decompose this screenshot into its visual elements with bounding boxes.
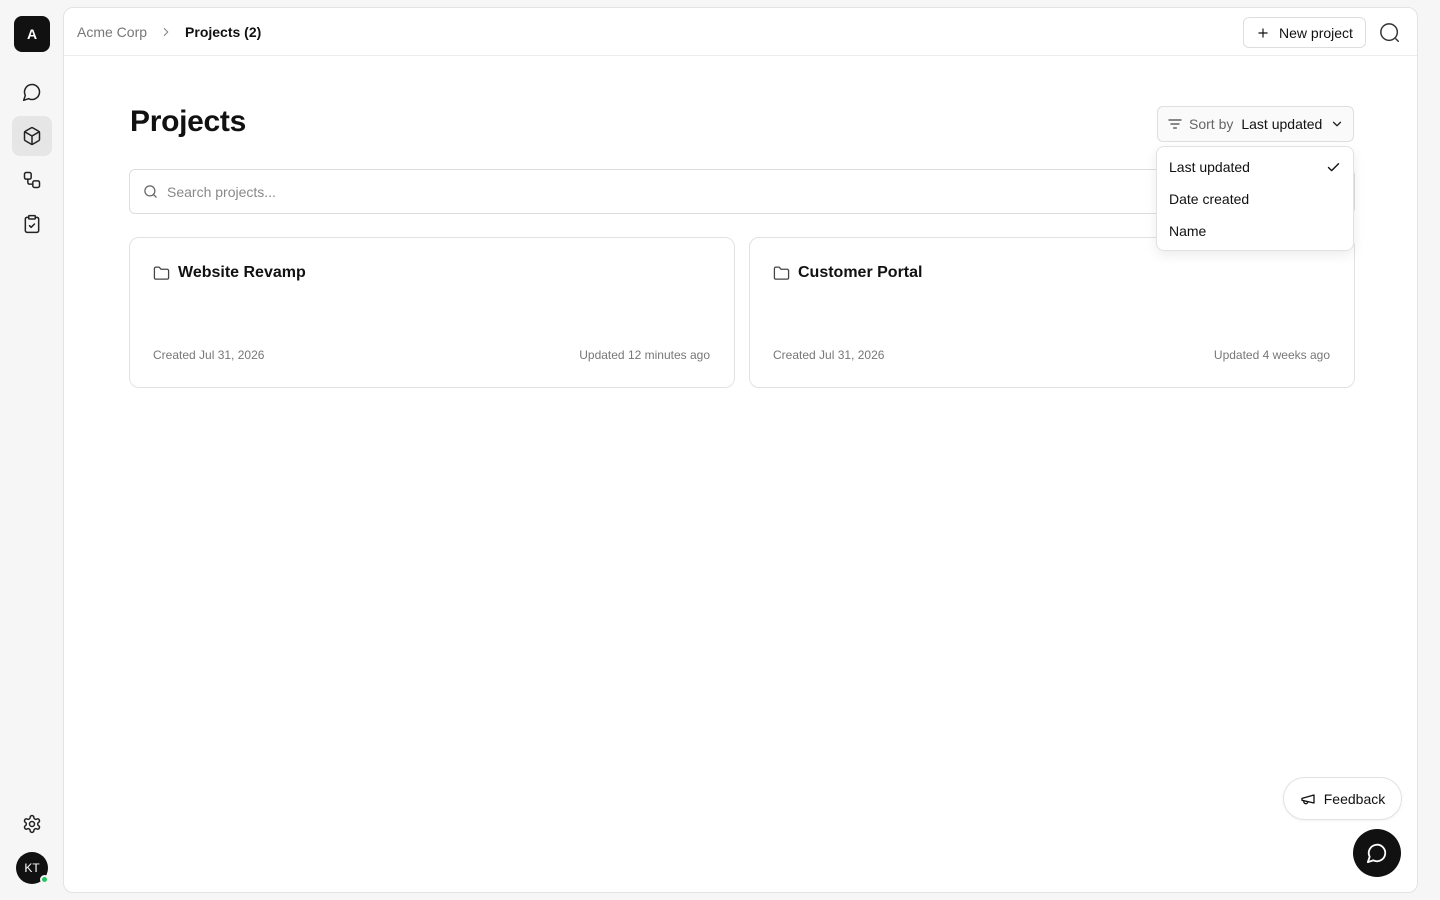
cube-icon: [22, 126, 42, 146]
project-name: Website Revamp: [178, 264, 306, 281]
breadcrumb-current: Projects (2): [185, 24, 262, 40]
project-created: Created Jul 31, 2026: [153, 348, 265, 362]
project-card[interactable]: Website Revamp Created Jul 31, 2026 Upda…: [129, 237, 735, 388]
user-avatar[interactable]: KT: [16, 852, 49, 884]
sort-option-label: Name: [1169, 223, 1207, 239]
chevron-right-icon: [159, 25, 173, 39]
project-card-header: Customer Portal: [773, 264, 922, 282]
sort-dropdown-button[interactable]: Sort by Last updated: [1157, 106, 1354, 142]
check-icon: [1326, 160, 1341, 175]
sort-option-date-created[interactable]: Date created: [1157, 183, 1353, 215]
sort-option-label: Last updated: [1169, 159, 1250, 175]
top-bar: Acme Corp Projects (2) New project: [64, 8, 1417, 56]
page-title: Projects: [130, 105, 246, 138]
chevron-down-icon: [1330, 117, 1344, 131]
search-icon: [1379, 22, 1401, 44]
chat-bubble-icon: [1366, 842, 1388, 864]
search-icon: [143, 184, 158, 199]
workspace-logo[interactable]: A: [14, 16, 50, 52]
new-project-label: New project: [1279, 24, 1353, 41]
filter-lines-icon: [1167, 116, 1183, 132]
feedback-label: Feedback: [1323, 790, 1386, 807]
sort-option-label: Date created: [1169, 191, 1250, 207]
sort-option-last-updated[interactable]: Last updated: [1157, 151, 1353, 183]
sort-options-menu: Last updated Date created Name: [1156, 146, 1354, 251]
plus-icon: [1256, 26, 1270, 40]
sort-option-name[interactable]: Name: [1157, 215, 1353, 247]
nav-settings[interactable]: [12, 804, 52, 844]
sort-prefix: Sort by: [1189, 116, 1234, 132]
left-rail: A KT: [0, 0, 64, 900]
gear-icon: [22, 814, 42, 834]
project-created: Created Jul 31, 2026: [773, 348, 885, 362]
avatar-initials: KT: [24, 861, 40, 875]
clipboard-check-icon: [22, 214, 42, 234]
project-updated: Updated 12 minutes ago: [579, 348, 710, 362]
online-status-dot: [40, 875, 49, 884]
breadcrumb: Acme Corp Projects (2): [77, 8, 261, 56]
sort-selected-value: Last updated: [1241, 116, 1323, 132]
search-input[interactable]: [167, 183, 1067, 200]
nav-projects[interactable]: [12, 116, 52, 156]
project-updated: Updated 4 weeks ago: [1213, 348, 1330, 362]
project-name: Customer Portal: [798, 264, 923, 281]
folder-icon: [773, 265, 790, 282]
project-card[interactable]: Customer Portal Created Jul 31, 2026 Upd…: [749, 237, 1355, 388]
workflow-icon: [22, 170, 42, 190]
nav-chat[interactable]: [12, 72, 52, 112]
feedback-button[interactable]: Feedback: [1283, 777, 1402, 820]
chat-icon: [22, 82, 42, 102]
folder-icon: [153, 265, 170, 282]
nav-tasks[interactable]: [12, 204, 52, 244]
main-panel: Acme Corp Projects (2) New project Proje…: [63, 7, 1418, 893]
breadcrumb-org[interactable]: Acme Corp: [77, 24, 147, 40]
megaphone-icon: [1300, 791, 1316, 807]
nav-workflows[interactable]: [12, 160, 52, 200]
chat-launcher-button[interactable]: [1353, 829, 1401, 877]
project-card-header: Website Revamp: [153, 264, 306, 282]
new-project-button[interactable]: New project: [1243, 17, 1366, 48]
top-search-button[interactable]: [1378, 21, 1402, 45]
